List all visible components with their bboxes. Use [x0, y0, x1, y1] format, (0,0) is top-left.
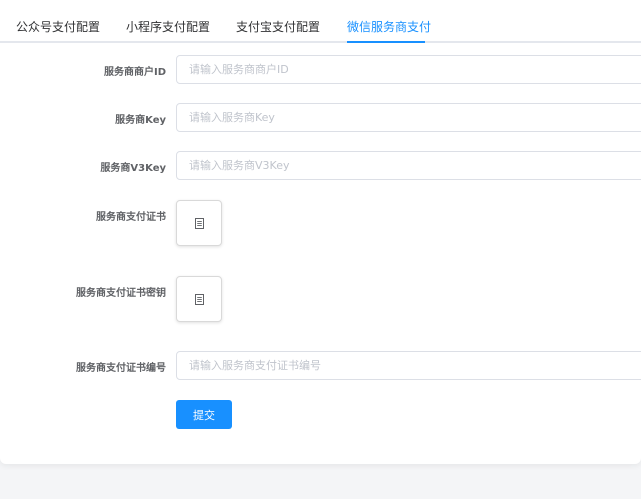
cert-upload-button[interactable] [176, 200, 222, 246]
payment-config-card: 公众号支付配置 小程序支付配置 支付宝支付配置 微信服务商支付 服务商商户ID … [0, 0, 641, 464]
submit-button[interactable]: 提交 [176, 400, 232, 429]
cert-serial-input[interactable] [176, 351, 641, 380]
tab-official-account-payment[interactable]: 公众号支付配置 [16, 19, 100, 35]
active-tab-indicator [347, 41, 425, 43]
key-input[interactable] [176, 103, 641, 132]
cert-key-label: 服务商支付证书密钥 [76, 288, 166, 299]
merchant-id-input[interactable] [176, 55, 641, 84]
tab-alipay-payment[interactable]: 支付宝支付配置 [236, 19, 320, 35]
cert-serial-label: 服务商支付证书编号 [76, 363, 166, 374]
tab-mini-program-payment[interactable]: 小程序支付配置 [126, 19, 210, 35]
cert-label: 服务商支付证书 [96, 212, 166, 223]
document-icon [194, 293, 204, 305]
tab-wechat-service-provider-payment[interactable]: 微信服务商支付 [347, 19, 431, 35]
v3key-input[interactable] [176, 151, 641, 180]
key-label: 服务商Key [115, 115, 166, 126]
merchant-id-label: 服务商商户ID [103, 67, 166, 78]
v3key-label: 服务商V3Key [100, 163, 166, 174]
tab-bar: 公众号支付配置 小程序支付配置 支付宝支付配置 微信服务商支付 [0, 0, 641, 43]
document-icon [194, 217, 204, 229]
cert-key-upload-button[interactable] [176, 276, 222, 322]
